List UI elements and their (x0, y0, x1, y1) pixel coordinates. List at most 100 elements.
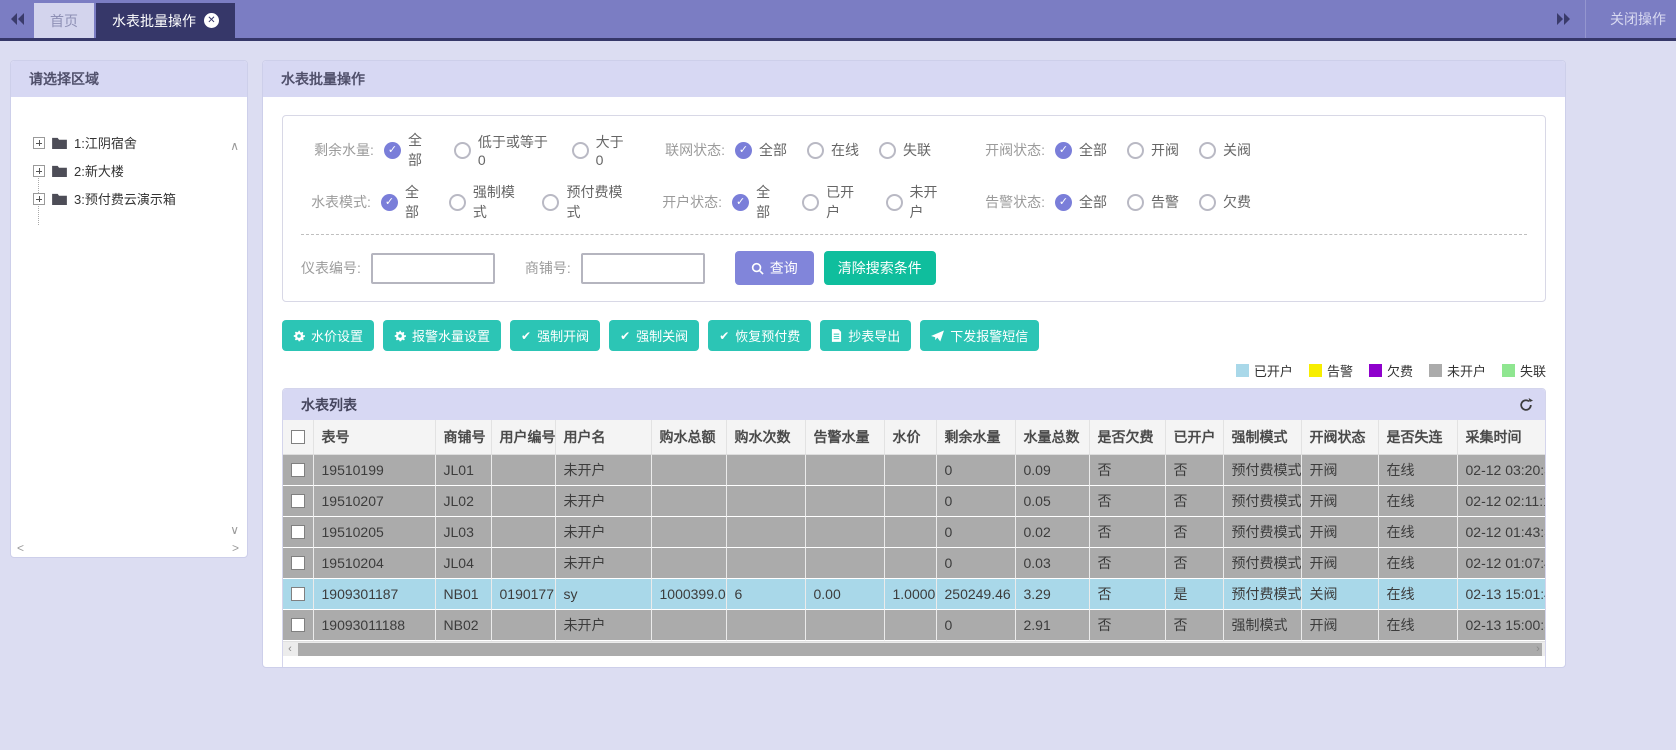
scroll-tabs-left-button[interactable] (0, 0, 34, 38)
radio-option[interactable]: ✓全部 (735, 140, 787, 160)
radio-option[interactable]: 告警 (1127, 192, 1179, 212)
radio-option[interactable]: ✓全部 (381, 182, 429, 222)
table-row[interactable]: 19510205JL03未开户00.02否否预付费模式开阀在线02-12 01:… (283, 517, 1546, 548)
radio-unchecked-icon[interactable] (879, 142, 896, 159)
query-button[interactable]: 查询 (735, 251, 814, 285)
tree-node[interactable]: 3:预付费云演示箱 (33, 189, 247, 208)
scroll-left-icon[interactable]: ‹ (283, 642, 297, 656)
radio-checked-icon[interactable]: ✓ (1055, 142, 1072, 159)
column-header[interactable]: 表号 (313, 420, 435, 455)
row-checkbox[interactable] (291, 618, 305, 632)
column-header[interactable]: 商铺号 (435, 420, 491, 455)
radio-option[interactable]: 未开户 (886, 182, 949, 222)
table-row[interactable]: 1909301187NB010190177sy1000399.0060.001.… (283, 579, 1546, 610)
column-header[interactable]: 用户编号 (491, 420, 555, 455)
scroll-right-icon[interactable]: › (1531, 642, 1545, 656)
action-button[interactable]: ✔恢复预付费 (708, 320, 811, 351)
column-header[interactable]: 剩余水量 (936, 420, 1015, 455)
radio-unchecked-icon[interactable] (1199, 194, 1216, 211)
tree-node-label[interactable]: 3:预付费云演示箱 (74, 189, 176, 208)
shop-number-input[interactable] (581, 253, 705, 284)
radio-option[interactable]: 开阀 (1127, 140, 1179, 160)
column-header[interactable]: 是否欠费 (1089, 420, 1165, 455)
tab-home[interactable]: 首页 (34, 3, 94, 38)
radio-checked-icon[interactable]: ✓ (735, 142, 752, 159)
tree-node[interactable]: 1:江阴宿舍 (33, 133, 247, 152)
column-header[interactable]: 水量总数 (1015, 420, 1089, 455)
radio-unchecked-icon[interactable] (454, 142, 471, 159)
column-header[interactable]: 已开户 (1165, 420, 1223, 455)
scroll-down-icon[interactable]: ∨ (230, 523, 239, 537)
expand-plus-icon[interactable] (33, 193, 45, 205)
table-row[interactable]: 19510199JL01未开户00.09否否预付费模式开阀在线02-12 03:… (283, 455, 1546, 486)
action-button[interactable]: 抄表导出 (820, 320, 911, 351)
radio-checked-icon[interactable]: ✓ (1055, 194, 1072, 211)
action-button[interactable]: ✔强制开阀 (510, 320, 600, 351)
radio-checked-icon[interactable]: ✓ (384, 142, 401, 159)
radio-option[interactable]: ✓全部 (732, 182, 782, 222)
column-header[interactable]: 强制模式 (1223, 420, 1301, 455)
column-header[interactable]: 用户名 (555, 420, 651, 455)
clear-search-button[interactable]: 清除搜索条件 (824, 251, 936, 285)
radio-option[interactable]: ✓全部 (384, 130, 434, 170)
scrollbar-thumb[interactable] (298, 643, 1542, 656)
horizontal-scrollbar[interactable]: ‹ › (283, 641, 1545, 656)
radio-unchecked-icon[interactable] (542, 194, 559, 211)
radio-unchecked-icon[interactable] (1199, 142, 1216, 159)
scroll-up-icon[interactable]: ∧ (230, 139, 239, 153)
radio-unchecked-icon[interactable] (449, 194, 466, 211)
radio-unchecked-icon[interactable] (572, 142, 589, 159)
tree-node[interactable]: 2:新大楼 (33, 161, 247, 180)
radio-unchecked-icon[interactable] (886, 194, 903, 211)
radio-option[interactable]: 欠费 (1199, 192, 1251, 212)
radio-option[interactable]: 大于0 (572, 132, 629, 168)
action-button[interactable]: ✔强制关阀 (609, 320, 699, 351)
column-header[interactable]: 购水总额 (651, 420, 726, 455)
select-all-checkbox[interactable] (291, 430, 305, 444)
row-checkbox[interactable] (291, 587, 305, 601)
radio-checked-icon[interactable]: ✓ (381, 194, 398, 211)
table-row[interactable]: 19510207JL02未开户00.05否否预付费模式开阀在线02-12 02:… (283, 486, 1546, 517)
action-button[interactable]: 下发报警短信 (920, 320, 1039, 351)
radio-option[interactable]: 关阀 (1199, 140, 1251, 160)
radio-checked-icon[interactable]: ✓ (732, 194, 749, 211)
close-operations-menu[interactable]: 关闭操作 (1586, 9, 1676, 29)
radio-unchecked-icon[interactable] (1127, 194, 1144, 211)
row-checkbox[interactable] (291, 494, 305, 508)
radio-option[interactable]: 强制模式 (449, 182, 523, 222)
radio-unchecked-icon[interactable] (1127, 142, 1144, 159)
expand-plus-icon[interactable] (33, 137, 45, 149)
radio-option[interactable]: ✓全部 (1055, 140, 1107, 160)
table-row[interactable]: 19510204JL04未开户00.03否否预付费模式开阀在线02-12 01:… (283, 548, 1546, 579)
scroll-left-icon[interactable]: < (17, 541, 24, 555)
table-row[interactable]: 19093011188NB02未开户02.91否否强制模式开阀在线02-13 1… (283, 610, 1546, 641)
radio-unchecked-icon[interactable] (802, 194, 819, 211)
meter-number-input[interactable] (371, 253, 495, 284)
radio-option[interactable]: 在线 (807, 140, 859, 160)
action-button[interactable]: 报警水量设置 (383, 320, 501, 351)
expand-plus-icon[interactable] (33, 165, 45, 177)
radio-option[interactable]: 已开户 (802, 182, 865, 222)
page-number-input[interactable] (866, 667, 906, 669)
tree-node-label[interactable]: 2:新大楼 (74, 161, 124, 180)
column-header[interactable]: 是否失连 (1378, 420, 1457, 455)
column-header[interactable]: 采集时间 (1457, 420, 1546, 455)
radio-option[interactable]: ✓全部 (1055, 192, 1107, 212)
scroll-right-icon[interactable]: > (232, 541, 239, 555)
radio-option[interactable]: 预付费模式 (542, 182, 629, 222)
action-button[interactable]: 水价设置 (282, 320, 374, 351)
radio-option[interactable]: 低于或等于0 (454, 132, 552, 168)
tree-node-label[interactable]: 1:江阴宿舍 (74, 133, 137, 152)
refresh-icon[interactable] (1519, 398, 1533, 412)
column-header[interactable]: 开阀状态 (1301, 420, 1378, 455)
row-checkbox[interactable] (291, 463, 305, 477)
scroll-tabs-right-button[interactable] (1542, 0, 1586, 38)
radio-option[interactable]: 失联 (879, 140, 931, 160)
column-header[interactable]: 水价 (884, 420, 936, 455)
row-checkbox[interactable] (291, 525, 305, 539)
column-header[interactable]: 购水次数 (726, 420, 805, 455)
row-checkbox[interactable] (291, 556, 305, 570)
close-tab-icon[interactable]: ✕ (204, 13, 219, 28)
column-header[interactable]: 告警水量 (805, 420, 884, 455)
radio-unchecked-icon[interactable] (807, 142, 824, 159)
